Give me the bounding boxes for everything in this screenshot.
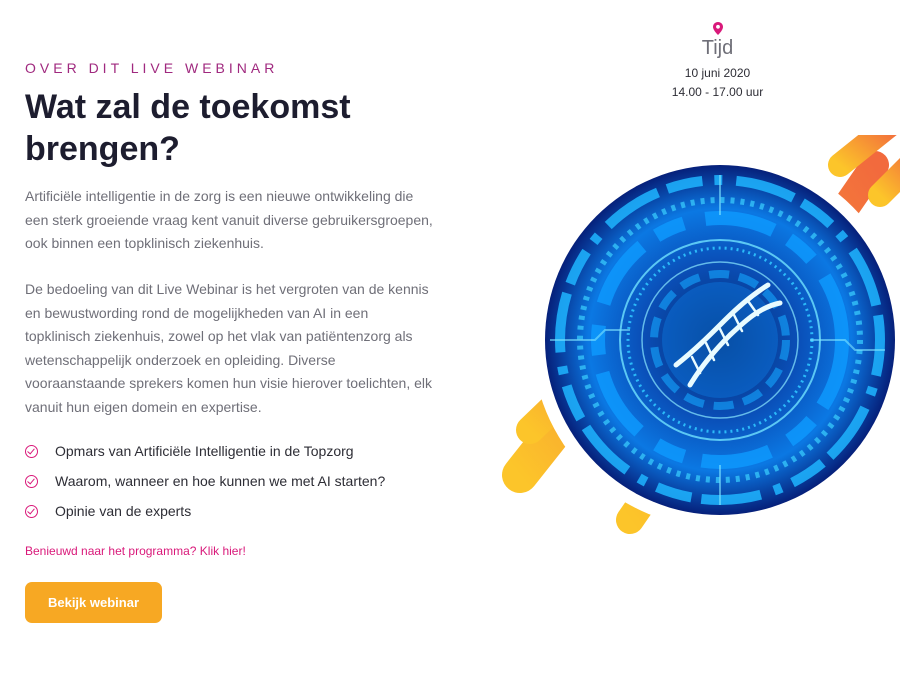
- page-title: Wat zal de toekomst brengen?: [25, 88, 351, 168]
- intro-paragraph: Artificiële intelligentie in de zorg is …: [25, 188, 433, 251]
- event-date: 10 juni 2020: [684, 66, 751, 80]
- list-item-label: Opmars van Artificiële Intelligentie in …: [55, 443, 354, 459]
- purpose-paragraph: De bedoeling van dit Live Webinar is het…: [25, 281, 433, 415]
- list-item-label: Waarom, wanneer en hoe kunnen we met AI …: [55, 473, 386, 489]
- list-item-label: Opinie van de experts: [55, 503, 192, 519]
- check-circle-icon: [25, 444, 38, 458]
- watch-webinar-button[interactable]: Bekijk webinar: [25, 582, 162, 623]
- event-hours: 14.00 - 17.00 uur: [671, 85, 764, 99]
- ai-dna-illustration: [502, 135, 900, 534]
- program-link[interactable]: Benieuwd naar het programma? Klik hier!: [25, 544, 246, 558]
- time-label: Tijd: [701, 37, 734, 59]
- list-item: Opmars van Artificiële Intelligentie in …: [25, 436, 385, 466]
- list-item: Waarom, wanneer en hoe kunnen we met AI …: [25, 466, 385, 496]
- check-circle-icon: [25, 504, 38, 518]
- list-item: Opinie van de experts: [25, 496, 385, 526]
- location-pin-icon: [712, 22, 723, 35]
- eyebrow-label: OVER DIT LIVE WEBINAR: [25, 60, 279, 76]
- event-time-info: Tijd 10 juni 2020 14.00 - 17.00 uur: [640, 22, 795, 102]
- topics-list: Opmars van Artificiële Intelligentie in …: [25, 436, 385, 526]
- check-circle-icon: [25, 474, 38, 488]
